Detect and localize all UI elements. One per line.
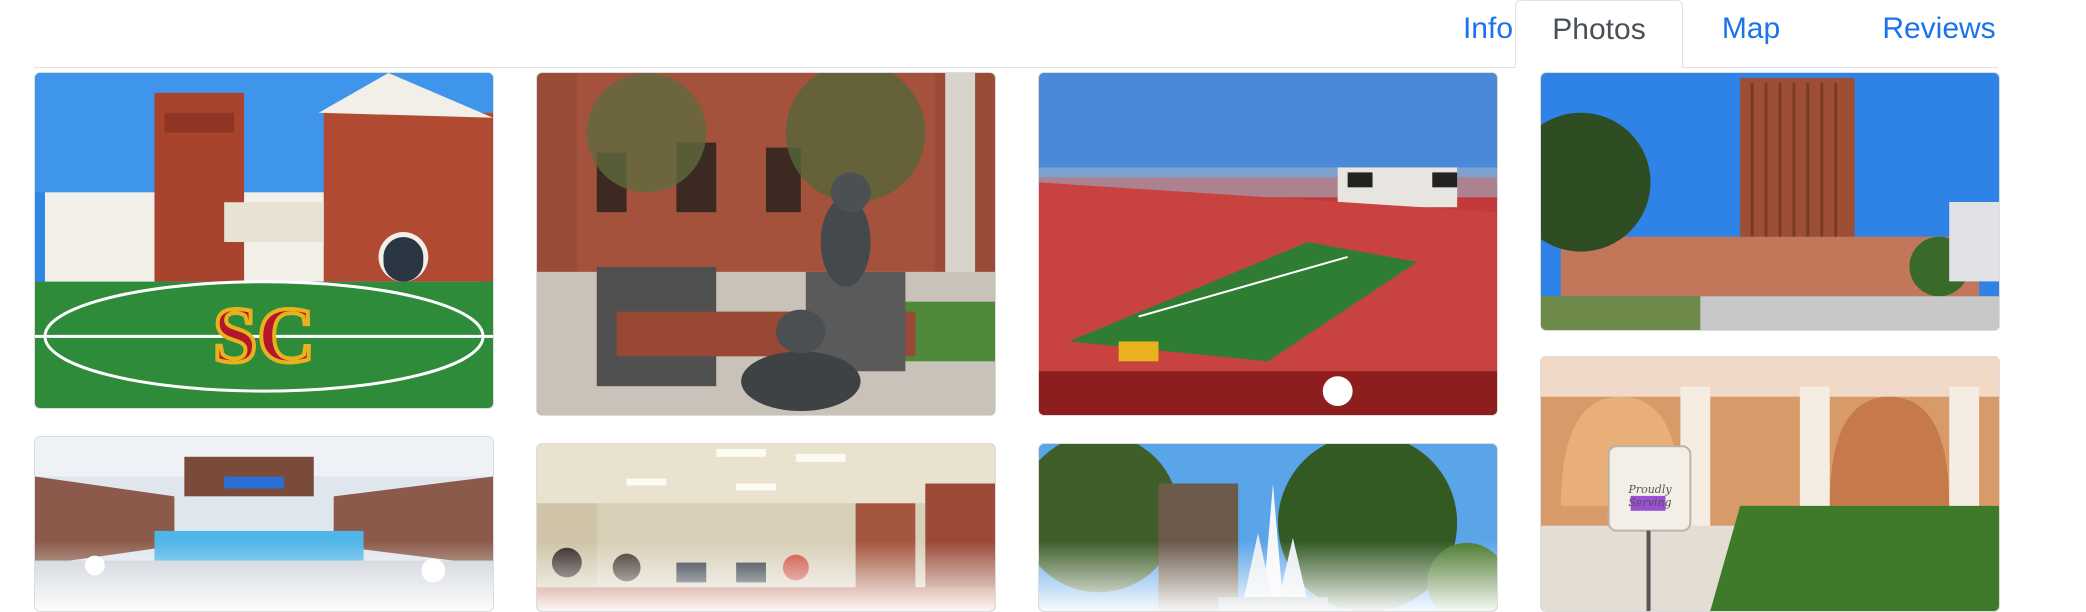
photo-swimming-stadium[interactable] xyxy=(34,436,494,612)
photo-image xyxy=(1541,357,1999,611)
photo-image xyxy=(1039,73,1497,415)
photo-football-stadium-crowd[interactable] xyxy=(1038,72,1498,416)
photo-image xyxy=(537,444,995,611)
photo-arcade-courtyard-sign[interactable]: Proudly Serving xyxy=(1540,356,2000,612)
photo-library-study-room[interactable] xyxy=(536,443,996,612)
tab-reviews[interactable]: Reviews xyxy=(1844,0,2034,68)
svg-text:SC: SC xyxy=(213,291,315,379)
photo-dog-statue-bench[interactable] xyxy=(536,72,996,416)
tab-bar: Info Photos Map Reviews xyxy=(34,0,1998,68)
tab-map[interactable]: Map xyxy=(1694,0,1808,68)
tab-photos[interactable]: Photos xyxy=(1515,0,1683,68)
photo-image xyxy=(1541,73,1999,330)
photo-image xyxy=(35,437,493,611)
sign-text: Proudly Serving xyxy=(1628,483,1672,509)
photo-brick-tower[interactable] xyxy=(1540,72,2000,331)
photo-stadium-field-building[interactable]: SC xyxy=(34,72,494,409)
photo-image xyxy=(1039,444,1497,611)
photo-image xyxy=(537,73,995,415)
photo-image: SC xyxy=(35,73,493,408)
photo-fountain-trees[interactable] xyxy=(1038,443,1498,612)
